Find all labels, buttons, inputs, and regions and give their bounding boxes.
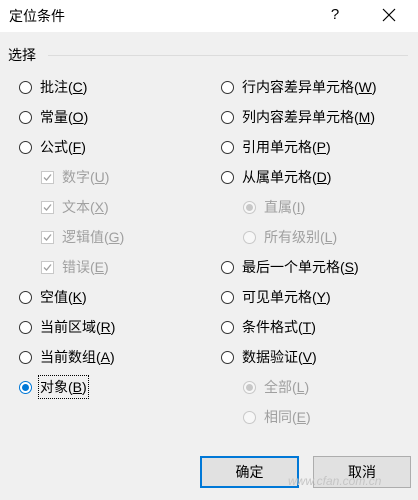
option-constants[interactable]: 常量(O) bbox=[19, 107, 88, 127]
radio-icon bbox=[221, 260, 234, 274]
radio-icon bbox=[221, 290, 234, 304]
option-label: 全部(L) bbox=[264, 379, 310, 395]
option-validation-all[interactable]: 全部(L) bbox=[243, 377, 309, 397]
group-divider bbox=[48, 55, 408, 56]
help-button[interactable]: ? bbox=[322, 2, 348, 28]
checkbox-logicals[interactable]: 逻辑值(G) bbox=[41, 227, 124, 247]
close-icon bbox=[382, 8, 396, 22]
checkbox-text[interactable]: 文本(X) bbox=[41, 197, 109, 217]
option-conditional-formats[interactable]: 条件格式(T) bbox=[221, 317, 316, 337]
radio-icon bbox=[221, 110, 234, 124]
option-precedents[interactable]: 引用单元格(P) bbox=[221, 137, 331, 157]
close-button[interactable] bbox=[375, 2, 403, 28]
option-last-cell[interactable]: 最后一个单元格(S) bbox=[221, 257, 359, 277]
option-direct-only[interactable]: 直属(I) bbox=[243, 197, 305, 217]
option-formulas[interactable]: 公式(F) bbox=[19, 137, 86, 157]
option-current-array[interactable]: 当前数组(A) bbox=[19, 347, 115, 367]
watermark: www.cfan.com.cn bbox=[288, 474, 382, 488]
option-label: 当前区域(R) bbox=[40, 319, 116, 335]
option-all-levels[interactable]: 所有级别(L) bbox=[243, 227, 337, 247]
option-label: 空值(K) bbox=[40, 289, 87, 305]
option-objects[interactable]: 对象(B) bbox=[19, 375, 89, 399]
radio-icon bbox=[19, 320, 32, 334]
option-comments[interactable]: 批注(C) bbox=[19, 77, 87, 97]
checkbox-label: 数字(U) bbox=[62, 169, 110, 185]
checkbox-icon bbox=[41, 170, 54, 184]
title-bar: 定位条件 ? bbox=[0, 0, 418, 32]
radio-selected-icon bbox=[19, 380, 32, 394]
option-label: 可见单元格(Y) bbox=[242, 289, 331, 305]
radio-icon bbox=[19, 80, 32, 94]
radio-selected-icon bbox=[243, 380, 256, 394]
checkbox-icon bbox=[41, 260, 54, 274]
radio-icon bbox=[221, 80, 234, 94]
option-label: 直属(I) bbox=[264, 199, 306, 215]
group-label: 选择 bbox=[8, 47, 36, 63]
option-label: 相同(E) bbox=[264, 409, 311, 425]
option-data-validation[interactable]: 数据验证(V) bbox=[221, 347, 317, 367]
option-column-differences[interactable]: 列内容差异单元格(M) bbox=[221, 107, 375, 127]
option-validation-same[interactable]: 相同(E) bbox=[243, 407, 311, 427]
radio-icon bbox=[221, 350, 234, 364]
option-label: 当前数组(A) bbox=[40, 349, 115, 365]
option-label: 数据验证(V) bbox=[242, 349, 317, 365]
option-label: 批注(C) bbox=[40, 79, 88, 95]
radio-icon bbox=[221, 320, 234, 334]
option-label: 引用单元格(P) bbox=[242, 139, 331, 155]
radio-icon bbox=[19, 110, 32, 124]
option-blanks[interactable]: 空值(K) bbox=[19, 287, 87, 307]
radio-icon bbox=[19, 290, 32, 304]
checkbox-icon bbox=[41, 200, 54, 214]
checkbox-label: 错误(E) bbox=[62, 259, 109, 275]
radio-icon bbox=[221, 170, 234, 184]
option-visible-cells[interactable]: 可见单元格(Y) bbox=[221, 287, 331, 307]
option-label: 最后一个单元格(S) bbox=[242, 259, 359, 275]
radio-icon bbox=[243, 230, 256, 244]
checkbox-icon bbox=[41, 230, 54, 244]
option-label: 所有级别(L) bbox=[264, 229, 338, 245]
radio-icon bbox=[243, 410, 256, 424]
dialog-title: 定位条件 bbox=[9, 8, 65, 24]
option-row-differences[interactable]: 行内容差异单元格(W) bbox=[221, 77, 377, 97]
option-label: 列内容差异单元格(M) bbox=[242, 109, 376, 125]
option-label: 公式(F) bbox=[40, 139, 86, 155]
radio-icon bbox=[19, 140, 32, 154]
option-label: 条件格式(T) bbox=[242, 319, 316, 335]
option-label: 行内容差异单元格(W) bbox=[242, 79, 377, 95]
radio-icon bbox=[221, 140, 234, 154]
option-dependents[interactable]: 从属单元格(D) bbox=[221, 167, 331, 187]
option-label: 常量(O) bbox=[40, 109, 89, 125]
checkbox-errors[interactable]: 错误(E) bbox=[41, 257, 109, 277]
radio-selected-icon bbox=[243, 200, 256, 214]
checkbox-label: 逻辑值(G) bbox=[62, 229, 125, 245]
ok-button[interactable]: 确定 bbox=[200, 456, 299, 488]
checkbox-numbers[interactable]: 数字(U) bbox=[41, 167, 109, 187]
option-current-region[interactable]: 当前区域(R) bbox=[19, 317, 115, 337]
option-label: 从属单元格(D) bbox=[242, 169, 332, 185]
option-label: 对象(B) bbox=[38, 375, 89, 399]
checkbox-label: 文本(X) bbox=[62, 199, 109, 215]
radio-icon bbox=[19, 350, 32, 364]
